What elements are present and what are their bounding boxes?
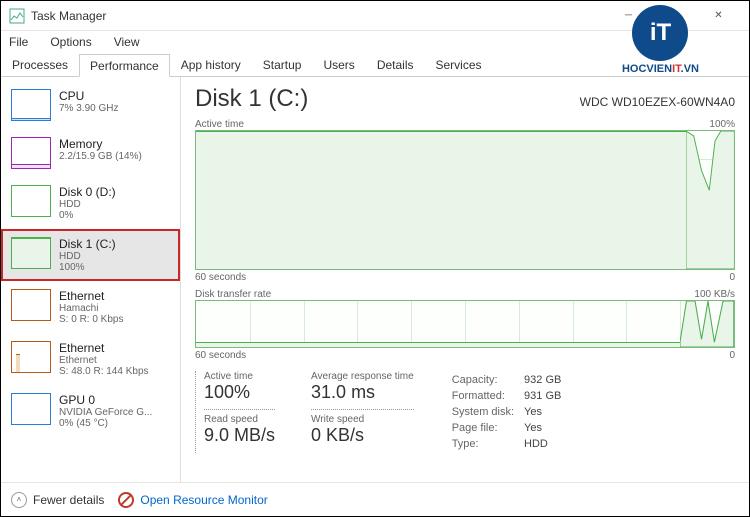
resource-monitor-icon — [118, 492, 134, 508]
ethernet-thumb-icon — [11, 289, 51, 321]
footer: ˄ Fewer details Open Resource Monitor — [1, 482, 749, 516]
stat-avg-resp-label: Average response time — [311, 371, 414, 382]
app-icon — [9, 8, 25, 24]
chart1-max: 100% — [709, 119, 735, 130]
chart2-label: Disk transfer rate — [195, 289, 271, 300]
chart2-xright: 0 — [729, 350, 735, 361]
fewer-details-button[interactable]: ˄ Fewer details — [11, 492, 104, 508]
disk-thumb-icon — [11, 185, 51, 217]
menu-view[interactable]: View — [110, 33, 144, 51]
titlebar: Task Manager ─ ☐ ✕ — [1, 1, 749, 31]
sidebar-item-label: GPU 0 — [59, 393, 170, 407]
menu-options[interactable]: Options — [46, 33, 95, 51]
sidebar-item-disk1[interactable]: Disk 1 (C:)HDD100% — [1, 229, 180, 281]
sidebar-item-label: CPU — [59, 89, 170, 103]
chart2-max: 100 KB/s — [694, 289, 735, 300]
sidebar-item-memory[interactable]: Memory2.2/15.9 GB (14%) — [1, 129, 180, 177]
gpu-thumb-icon — [11, 393, 51, 425]
chart1-xright: 0 — [729, 272, 735, 283]
sidebar-item-gpu[interactable]: GPU 0NVIDIA GeForce G...0% (45 °C) — [1, 385, 180, 437]
chart1-label: Active time — [195, 119, 244, 130]
open-resource-monitor-link[interactable]: Open Resource Monitor — [118, 492, 267, 508]
sidebar-item-label: Disk 1 (C:) — [59, 237, 170, 251]
stat-active-time-label: Active time — [204, 371, 275, 382]
stat-avg-resp-value: 31.0 ms — [311, 382, 414, 403]
ethernet-thumb-icon — [11, 341, 51, 373]
chart2-xleft: 60 seconds — [195, 350, 246, 361]
menu-file[interactable]: File — [5, 33, 32, 51]
transfer-rate-chart — [195, 300, 735, 348]
tab-app-history[interactable]: App history — [170, 53, 252, 76]
sidebar-item-ethernet[interactable]: EthernetEthernetS: 48.0 R: 144 Kbps — [1, 333, 180, 385]
tab-details[interactable]: Details — [366, 53, 425, 76]
tab-performance[interactable]: Performance — [79, 54, 170, 77]
sidebar-item-label: Disk 0 (D:) — [59, 185, 170, 199]
stats-block: Active time100% Read speed9.0 MB/s Avera… — [195, 371, 735, 453]
menubar: File Options View — [1, 31, 749, 53]
tab-users[interactable]: Users — [312, 53, 365, 76]
sidebar: CPU7% 3.90 GHz Memory2.2/15.9 GB (14%) D… — [1, 77, 181, 482]
memory-thumb-icon — [11, 137, 51, 169]
active-time-chart — [195, 130, 735, 270]
stat-active-time-value: 100% — [204, 382, 275, 403]
disk-thumb-icon — [11, 237, 51, 269]
stat-write-value: 0 KB/s — [311, 425, 414, 446]
cpu-thumb-icon — [11, 89, 51, 121]
tab-startup[interactable]: Startup — [252, 53, 313, 76]
device-model: WDC WD10EZEX-60WN4A0 — [580, 95, 735, 109]
close-button[interactable]: ✕ — [696, 1, 741, 31]
main-panel: Disk 1 (C:) WDC WD10EZEX-60WN4A0 Active … — [181, 77, 749, 482]
stat-write-label: Write speed — [311, 414, 414, 425]
stat-read-value: 9.0 MB/s — [204, 425, 275, 446]
page-title: Disk 1 (C:) — [195, 85, 308, 113]
tab-services[interactable]: Services — [425, 53, 493, 76]
sidebar-item-label: Ethernet — [59, 341, 170, 355]
sidebar-item-label: Memory — [59, 137, 170, 151]
chevron-up-icon: ˄ — [11, 492, 27, 508]
sidebar-item-cpu[interactable]: CPU7% 3.90 GHz — [1, 81, 180, 129]
stat-read-label: Read speed — [204, 414, 275, 425]
sidebar-item-ethernet-hamachi[interactable]: EthernetHamachiS: 0 R: 0 Kbps — [1, 281, 180, 333]
sidebar-item-label: Ethernet — [59, 289, 170, 303]
disk-properties: Capacity:932 GB Formatted:931 GB System … — [450, 371, 572, 453]
chart1-xleft: 60 seconds — [195, 272, 246, 283]
sidebar-item-disk0[interactable]: Disk 0 (D:)HDD0% — [1, 177, 180, 229]
maximize-button[interactable]: ☐ — [651, 1, 696, 31]
window-title: Task Manager — [31, 9, 606, 23]
minimize-button[interactable]: ─ — [606, 1, 651, 31]
tabs: Processes Performance App history Startu… — [1, 53, 749, 77]
tab-processes[interactable]: Processes — [1, 53, 79, 76]
